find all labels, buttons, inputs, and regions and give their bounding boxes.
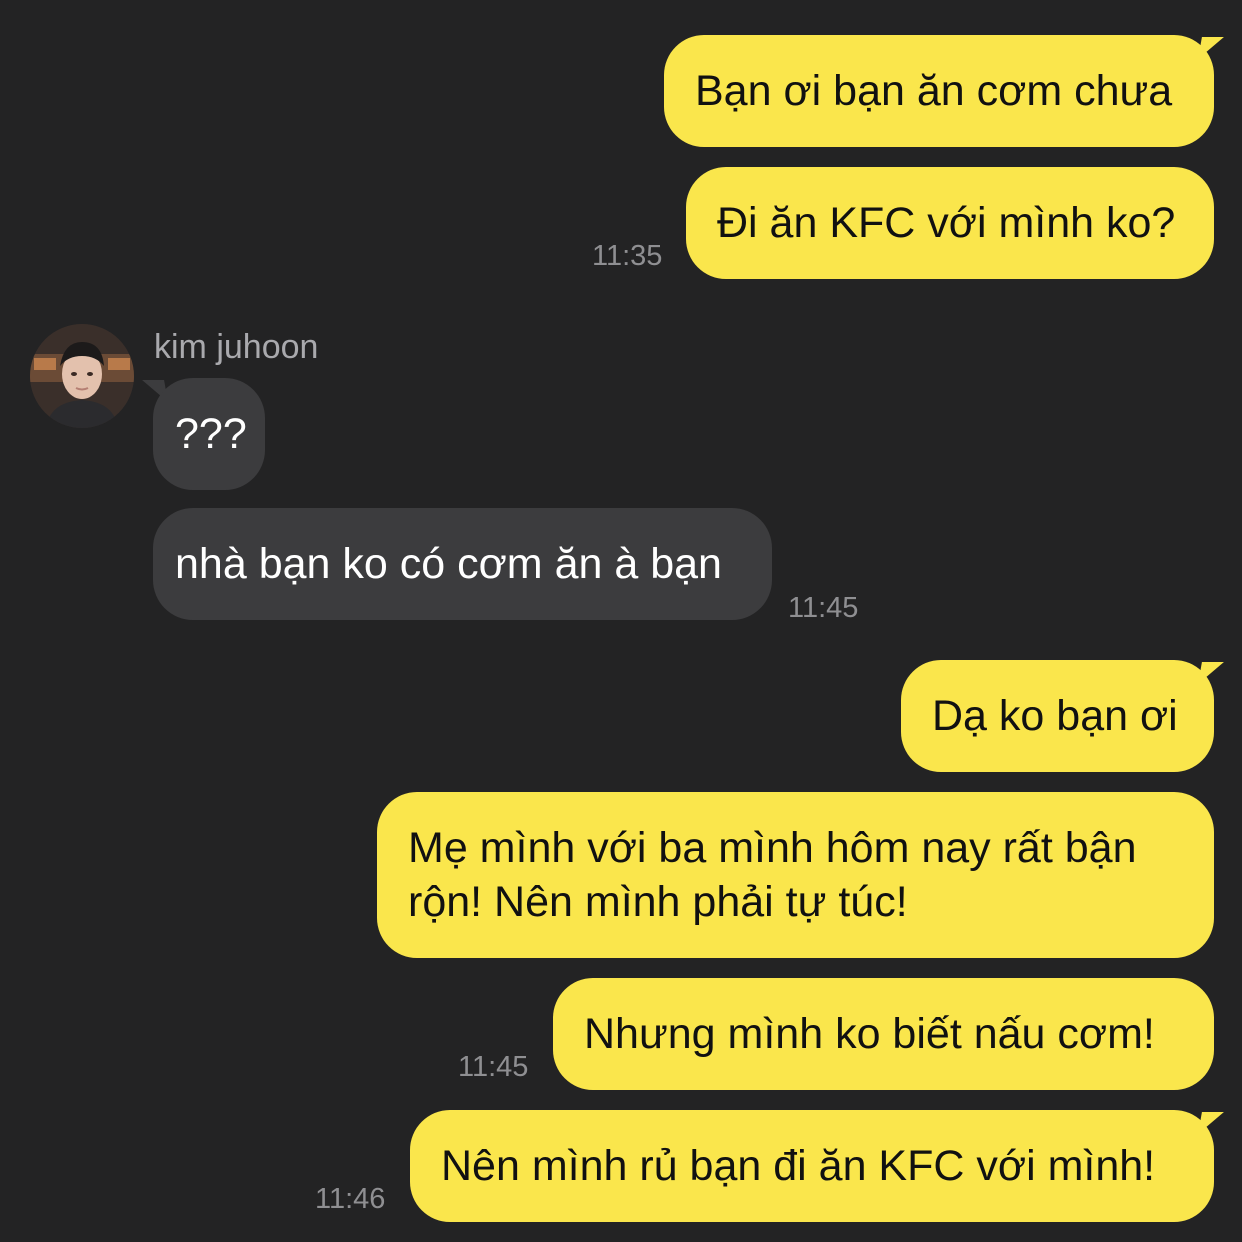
bubble-tail [1198, 37, 1224, 59]
bubble-tail [1198, 1112, 1224, 1134]
message-text: Nhưng mình ko biết nấu cơm! [584, 1010, 1155, 1058]
outgoing-message[interactable]: Đi ăn KFC với mình ko? [686, 167, 1214, 279]
avatar[interactable] [30, 324, 134, 428]
outgoing-message[interactable]: Nhưng mình ko biết nấu cơm! [553, 978, 1214, 1090]
message-text: nhà bạn ko có cơm ăn à bạn [175, 540, 722, 588]
message-timestamp: 11:46 [315, 1183, 386, 1215]
message-timestamp: 11:45 [458, 1051, 529, 1083]
message-text-line: rộn! Nên mình phải tự túc! [408, 878, 908, 926]
message-text: Đi ăn KFC với mình ko? [717, 199, 1176, 247]
outgoing-message[interactable]: Nên mình rủ bạn đi ăn KFC với mình! [410, 1110, 1214, 1222]
chat-thread: Bạn ơi bạn ăn cơm chưa Đi ăn KFC với mìn… [0, 0, 1242, 1242]
message-text: Dạ ko bạn ơi [932, 692, 1178, 740]
outgoing-message[interactable]: Dạ ko bạn ơi [901, 660, 1214, 772]
bubble-tail [1198, 662, 1224, 684]
profile-photo-icon [30, 324, 134, 428]
message-text: Bạn ơi bạn ăn cơm chưa [695, 67, 1173, 115]
incoming-message[interactable]: nhà bạn ko có cơm ăn à bạn [153, 508, 772, 620]
message-text: ??? [175, 410, 247, 458]
message-text-line: Mẹ mình với ba mình hôm nay rất bận [408, 824, 1137, 872]
message-timestamp: 11:45 [788, 592, 859, 624]
sender-name: kim juhoon [154, 328, 319, 366]
outgoing-message[interactable]: Mẹ mình với ba mình hôm nay rất bận rộn!… [377, 792, 1214, 958]
message-text: Nên mình rủ bạn đi ăn KFC với mình! [441, 1142, 1156, 1190]
message-timestamp: 11:35 [592, 240, 663, 272]
incoming-message[interactable]: ??? [153, 378, 265, 490]
outgoing-message[interactable]: Bạn ơi bạn ăn cơm chưa [664, 35, 1214, 147]
